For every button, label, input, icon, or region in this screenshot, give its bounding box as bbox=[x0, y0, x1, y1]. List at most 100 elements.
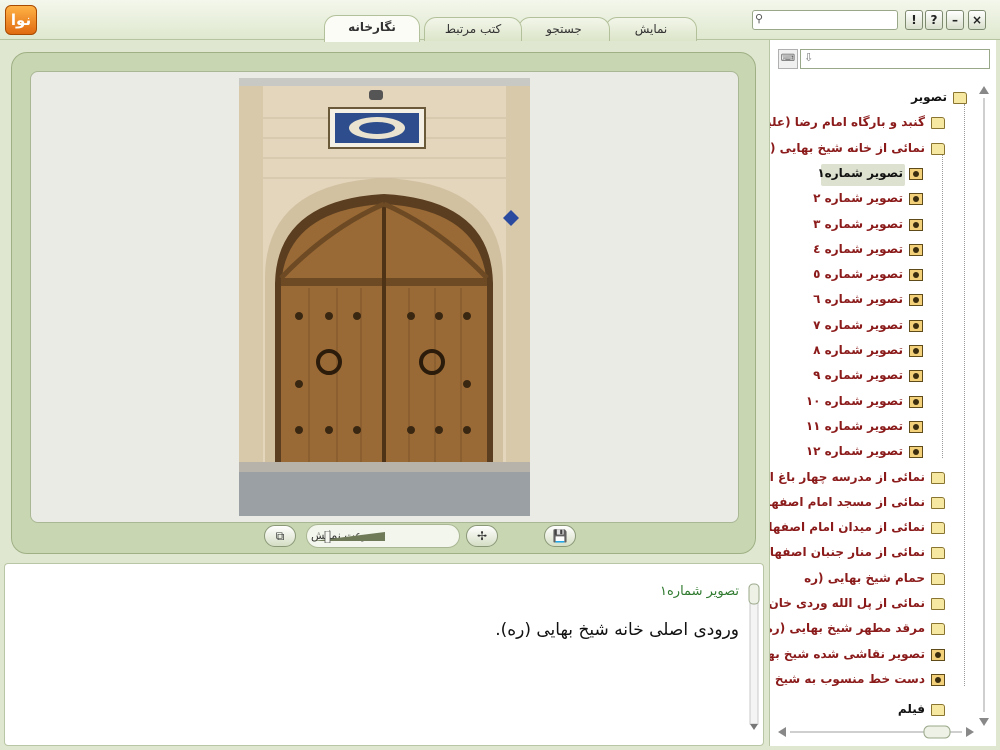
tree-item-7[interactable]: تصویر شماره ٥ bbox=[770, 265, 975, 287]
tree-item-label: تصویر شماره ٤ bbox=[813, 241, 903, 256]
folder-icon bbox=[931, 598, 945, 610]
tree-item-19[interactable]: حمام شیخ بهایی (ره bbox=[770, 569, 975, 591]
tree-connector bbox=[964, 104, 965, 686]
category-tree: تصویر گنبد و بارگاه امام رضا (علیه ا نمائی… bbox=[770, 84, 975, 739]
tree-item-16[interactable]: نمائی از مسجد امام اصفهان bbox=[770, 493, 975, 515]
tree-item-label: تصویر bbox=[911, 90, 947, 104]
tree-item-22[interactable]: تصویر نقاشی شده شیخ بهایی bbox=[770, 645, 975, 667]
tree-item-label: تصویر شماره ٥ bbox=[813, 267, 903, 282]
door-photo bbox=[239, 78, 530, 516]
tree-item-label: دست خط منسوب به شیخ بهاء bbox=[770, 671, 925, 686]
tree-root-film[interactable]: فیلم bbox=[770, 700, 975, 722]
tree-item-12[interactable]: تصویر شماره ۱۰ bbox=[770, 392, 975, 414]
description-panel: تصویر شماره۱ ورودی اصلی خانه شیخ بهایی (… bbox=[4, 563, 764, 746]
tree-item-label: تصویر شماره ۸ bbox=[813, 343, 903, 357]
tree-item-6[interactable]: تصویر شماره ٤ bbox=[770, 240, 975, 262]
tree-item-label: نمائی از مدرسه چهار باغ اصفه bbox=[770, 469, 925, 484]
camera-icon bbox=[931, 673, 945, 686]
tree-item-5[interactable]: تصویر شماره ۳ bbox=[770, 215, 975, 237]
tree-item-label: تصویر شماره ۱۱ bbox=[805, 418, 903, 433]
tree-item-label: تصویر شماره ٦ bbox=[813, 292, 903, 307]
folder-icon bbox=[931, 496, 945, 509]
description-title: تصویر شماره۱ bbox=[660, 584, 739, 599]
camera-icon bbox=[909, 193, 923, 206]
speed-track[interactable] bbox=[313, 531, 385, 543]
speed-slider[interactable]: سرعت نمایش bbox=[306, 524, 460, 548]
folder-icon bbox=[931, 704, 945, 717]
tree-item-label: مرقد مطهر شیخ بهایی (ره) د bbox=[770, 621, 925, 636]
close-button[interactable]: × bbox=[968, 10, 986, 30]
description-text: ورودی اصلی خانه شیخ بهایی (ره). bbox=[495, 620, 739, 640]
tree-vertical-scrollbar[interactable] bbox=[977, 84, 991, 728]
tree-item-1[interactable]: گنبد و بارگاه امام رضا (علیه ا bbox=[770, 113, 975, 135]
search-input[interactable]: ⚲ bbox=[752, 10, 898, 30]
slideshow-button[interactable]: ⧉ bbox=[264, 525, 296, 547]
tree-item-label: نمائی از میدان امام اصفهان bbox=[770, 520, 925, 535]
tree-item-label: نمائی از خانه شیخ بهایی (ره bbox=[770, 140, 925, 155]
tree-item-14[interactable]: تصویر شماره ۱۲ bbox=[770, 442, 975, 464]
save-icon: 💾 bbox=[552, 529, 568, 543]
tree-panel: ⌨ ⇩ تصویر گنبد و بارگاه امام رضا (علیه ا ن… bbox=[769, 40, 996, 746]
camera-icon bbox=[909, 370, 923, 383]
camera-icon bbox=[909, 395, 923, 408]
tree-item-17[interactable]: نمائی از میدان امام اصفهان bbox=[770, 518, 975, 540]
tree-item-10[interactable]: تصویر شماره ۸ bbox=[770, 341, 975, 363]
tree-item-8[interactable]: تصویر شماره ٦ bbox=[770, 290, 975, 312]
viewer-controls: ⧉ سرعت نمایش ✢ 💾 bbox=[264, 523, 584, 549]
save-button[interactable]: 💾 bbox=[544, 525, 576, 547]
tab-gallery[interactable]: نگارخانه bbox=[324, 15, 420, 42]
folder-icon bbox=[931, 572, 945, 585]
fit-screen-button[interactable]: ✢ bbox=[466, 525, 498, 547]
tree-item-label: نمائی از منار جنبان اصفهان bbox=[770, 545, 925, 560]
folder-icon bbox=[931, 522, 945, 535]
tree-item-11[interactable]: تصویر شماره ۹ bbox=[770, 366, 975, 388]
tree-search-input[interactable]: ⇩ bbox=[800, 49, 990, 69]
camera-icon bbox=[909, 243, 923, 256]
camera-icon bbox=[909, 269, 923, 282]
tree-item-label: تصویر شماره ۹ bbox=[813, 368, 903, 383]
folder-icon bbox=[931, 471, 945, 484]
tree-item-label: نمائی از مسجد امام اصفهان bbox=[770, 494, 925, 509]
folder-open-icon bbox=[953, 92, 967, 104]
tree-item-label: تصویر شماره ۱۰ bbox=[805, 393, 903, 408]
tree-item-18[interactable]: نمائی از منار جنبان اصفهان bbox=[770, 543, 975, 565]
down-arrow-icon: ⇩ bbox=[804, 51, 814, 64]
minimize-button[interactable]: – bbox=[946, 10, 964, 30]
camera-icon bbox=[909, 218, 923, 231]
tree-item-4[interactable]: تصویر شماره ۲ bbox=[770, 189, 975, 211]
help-exclaim-button[interactable]: ! bbox=[905, 10, 923, 30]
tree-item-21[interactable]: مرقد مطهر شیخ بهایی (ره) د bbox=[770, 619, 975, 641]
tab-related-books[interactable]: کتب مرتبط bbox=[424, 17, 522, 41]
folder-icon bbox=[931, 117, 945, 130]
keyboard-icon[interactable]: ⌨ bbox=[778, 49, 798, 69]
tree-item-3[interactable]: تصویر شماره۱ bbox=[770, 163, 975, 186]
tree-item-13[interactable]: تصویر شماره ۱۱ bbox=[770, 417, 975, 439]
camera-icon bbox=[909, 319, 923, 332]
tree-item-2[interactable]: نمائی از خانه شیخ بهایی (ره bbox=[770, 139, 975, 161]
tree-item-9[interactable]: تصویر شماره ۷ bbox=[770, 316, 975, 338]
tree-connector bbox=[942, 154, 943, 459]
tree-horizontal-scrollbar[interactable] bbox=[776, 724, 976, 740]
tab-display[interactable]: نمایش bbox=[605, 17, 697, 41]
tab-search[interactable]: جستجو bbox=[518, 17, 610, 41]
tree-item-label: نمائی از پل الله وردی خان اص bbox=[770, 596, 925, 610]
camera-icon bbox=[909, 294, 923, 307]
camera-icon bbox=[909, 446, 923, 459]
folder-icon bbox=[931, 547, 945, 560]
tree-item-label: تصویر شماره ۳ bbox=[813, 216, 903, 231]
move-arrows-icon: ✢ bbox=[476, 529, 488, 543]
camera-icon bbox=[909, 420, 923, 433]
search-icon: ⚲ bbox=[755, 12, 764, 25]
app-logo: نوا bbox=[5, 5, 37, 35]
help-question-button[interactable]: ? bbox=[925, 10, 943, 30]
tree-item-23[interactable]: دست خط منسوب به شیخ بهاء bbox=[770, 670, 975, 692]
tree-item-20[interactable]: نمائی از پل الله وردی خان اص bbox=[770, 594, 975, 616]
tree-item-15[interactable]: نمائی از مدرسه چهار باغ اصفه bbox=[770, 468, 975, 490]
top-bar: نوا نمایش جستجو کتب مرتبط نگارخانه ⚲ ! ?… bbox=[0, 0, 1000, 42]
tree-item-label: تصویر شماره ۱۲ bbox=[805, 444, 903, 459]
tree-root-images[interactable]: تصویر bbox=[770, 88, 975, 110]
tree-search: ⌨ ⇩ bbox=[778, 49, 990, 69]
description-scrollbar[interactable] bbox=[747, 570, 761, 740]
camera-icon bbox=[931, 648, 945, 661]
gallery-icon: ⧉ bbox=[275, 529, 285, 543]
